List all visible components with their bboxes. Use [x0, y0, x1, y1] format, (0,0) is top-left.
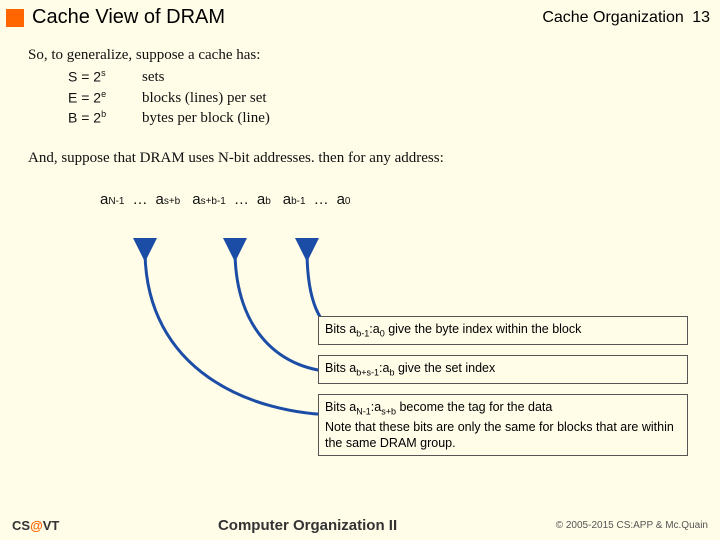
ellipsis: …	[310, 190, 333, 210]
accent-square-icon	[6, 9, 24, 27]
bit-group: a0	[337, 190, 351, 210]
ellipsis: …	[230, 190, 253, 210]
explanation-box: Bits aN-1:as+b become the tag for the da…	[318, 394, 688, 456]
explanation-box: Bits ab-1:a0 give the byte index within …	[318, 316, 688, 345]
param-desc: sets	[142, 67, 165, 87]
param-desc: blocks (lines) per set	[142, 88, 267, 108]
bit-group: as+b-1	[192, 190, 226, 210]
bit-group: ab	[257, 190, 271, 210]
bit-group: aN-1	[100, 190, 124, 210]
param-lhs: E = 2e	[68, 88, 128, 108]
param-row: E = 2e blocks (lines) per set	[68, 88, 692, 108]
footer-center: Computer Organization II	[218, 517, 397, 534]
page-number: 13	[692, 9, 710, 26]
footer-right: © 2005-2015 CS:APP & Mc.Quain	[556, 520, 708, 531]
param-lhs: B = 2b	[68, 108, 128, 128]
slide-footer: CS@VT Computer Organization II © 2005-20…	[0, 517, 720, 534]
param-desc: bytes per block (line)	[142, 108, 270, 128]
intro-text: So, to generalize, suppose a cache has:	[28, 45, 692, 65]
params-list: S = 2s sets E = 2e blocks (lines) per se…	[68, 67, 692, 128]
explanation-note: Note that these bits are only the same f…	[325, 420, 674, 450]
section-name: Cache Organization	[542, 9, 683, 26]
param-row: S = 2s sets	[68, 67, 692, 87]
and-line: And, suppose that DRAM uses N-bit addres…	[28, 148, 692, 168]
slide-header: Cache View of DRAM Cache Organization 13	[0, 0, 720, 35]
slide-content: So, to generalize, suppose a cache has: …	[0, 35, 720, 211]
param-row: B = 2b bytes per block (line)	[68, 108, 692, 128]
bit-group: ab-1	[283, 190, 306, 210]
footer-left: CS@VT	[12, 518, 59, 533]
explanation-boxes: Bits ab-1:a0 give the byte index within …	[318, 316, 688, 466]
bit-group: as+b	[155, 190, 180, 210]
section-label: Cache Organization 13	[542, 9, 710, 27]
address-bits: aN-1 … as+b as+b-1 … ab ab-1 … a0	[100, 190, 692, 210]
ellipsis: …	[128, 190, 151, 210]
param-lhs: S = 2s	[68, 67, 128, 87]
explanation-box: Bits ab+s-1:ab give the set index	[318, 355, 688, 384]
slide-title: Cache View of DRAM	[32, 6, 542, 29]
